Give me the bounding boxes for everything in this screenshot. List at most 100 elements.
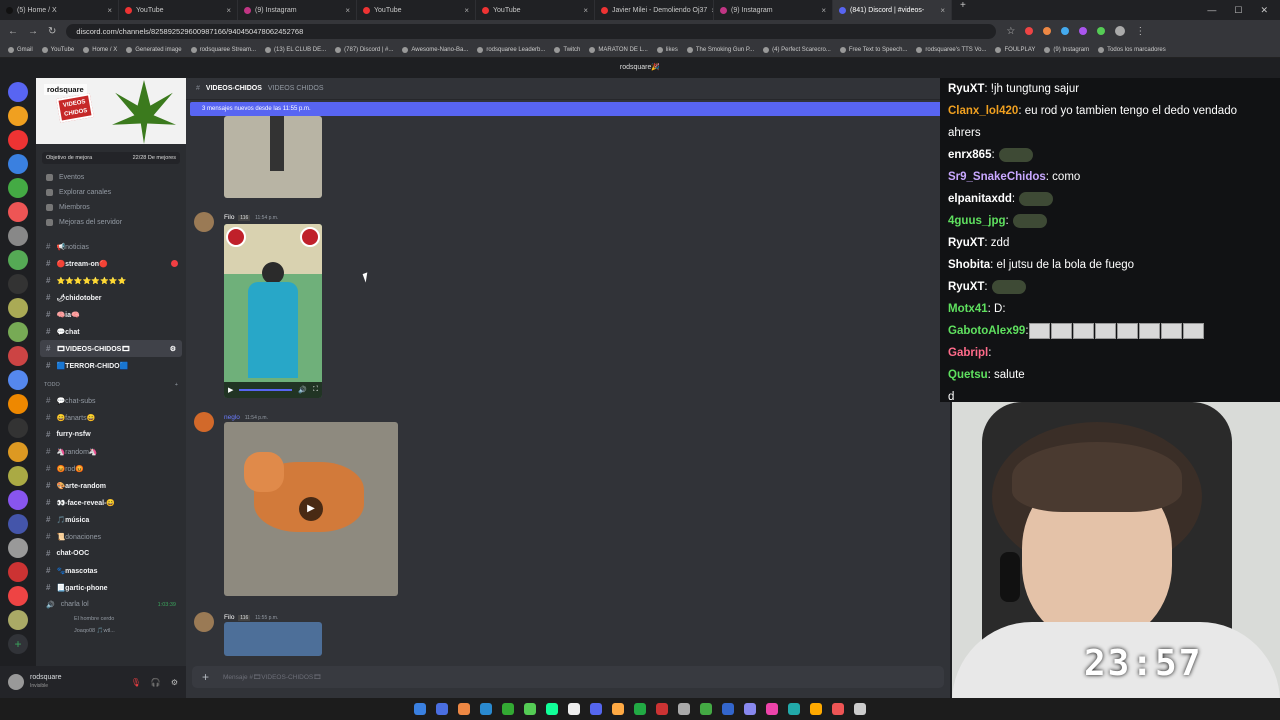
server-icon[interactable] [8, 610, 28, 630]
browser-tab[interactable]: (9) Instagram × [238, 0, 357, 20]
gear-icon[interactable]: ⚙ [170, 345, 176, 353]
mute-icon[interactable]: 🎙 [131, 678, 141, 687]
taskbar-app-icon[interactable] [656, 703, 668, 715]
voice-user[interactable]: El hombre cerdo [36, 613, 186, 625]
reload-icon[interactable]: ↻ [48, 26, 56, 37]
taskbar-app-icon[interactable] [480, 703, 492, 715]
volume-icon[interactable]: 🔊 [298, 386, 307, 394]
browser-tab[interactable]: (9) Instagram × [714, 0, 833, 20]
taskbar-app-icon[interactable] [546, 703, 558, 715]
extension-icon[interactable] [1079, 27, 1088, 35]
headphones-icon[interactable]: 🎧 [151, 678, 161, 687]
avatar[interactable] [8, 674, 24, 690]
close-tab-icon[interactable]: × [107, 6, 112, 15]
new-messages-bar[interactable]: 3 mensajes nuevos desde las 11:55 p.m. [190, 102, 946, 116]
bookmark-item[interactable]: The Smoking Gun P... [686, 46, 754, 53]
taskbar-app-icon[interactable] [436, 703, 448, 715]
message-author[interactable]: neglo [224, 414, 240, 421]
taskbar-app-icon[interactable] [810, 703, 822, 715]
play-button[interactable]: ▶ [299, 497, 323, 521]
browser-tab[interactable]: YouTube × [476, 0, 595, 20]
browser-tab[interactable]: YouTube × [357, 0, 476, 20]
boost-goal[interactable]: Objetivo de mejora 22/28 De mejores [42, 152, 180, 164]
server-icon[interactable] [8, 586, 28, 606]
url-input[interactable]: discord.com/channels/825892529600987166/… [66, 23, 997, 39]
channel-item[interactable]: # 😡rod😡 [36, 460, 186, 477]
server-icon[interactable] [8, 298, 28, 318]
add-attachment-icon[interactable]: + [202, 670, 209, 684]
taskbar-app-icon[interactable] [832, 703, 844, 715]
image-attachment[interactable] [224, 622, 322, 656]
bookmark-item[interactable]: (13) EL CLUB DE... [265, 46, 326, 53]
bookmark-item[interactable]: (4) Perfect Scarecro... [763, 46, 831, 53]
server-icon[interactable] [8, 490, 28, 510]
bookmark-item[interactable]: rodsquaree Leaderb... [477, 46, 545, 53]
close-tab-icon[interactable]: × [226, 6, 231, 15]
bookmark-item[interactable]: Todos los marcadores [1098, 46, 1166, 53]
close-tab-icon[interactable]: × [821, 6, 826, 15]
server-icon[interactable] [8, 202, 28, 222]
video-attachment[interactable]: ▶ [224, 422, 398, 596]
server-icon[interactable] [8, 418, 28, 438]
server-icon[interactable] [8, 130, 28, 150]
bookmark-item[interactable]: Home / X [83, 46, 117, 53]
nav-item[interactable]: Explorar canales [36, 185, 186, 200]
avatar[interactable] [194, 412, 214, 432]
channel-item[interactable]: # 📃gartic-phone [36, 579, 186, 596]
bookmark-item[interactable]: Free Text to Speech... [839, 46, 907, 53]
profile-avatar[interactable] [1115, 26, 1126, 36]
close-tab-icon[interactable]: × [940, 6, 945, 15]
taskbar-app-icon[interactable] [524, 703, 536, 715]
play-icon[interactable]: ▶ [228, 386, 233, 394]
bookmark-item[interactable]: (9) Instagram [1044, 46, 1089, 53]
server-icon[interactable] [8, 562, 28, 582]
taskbar-app-icon[interactable] [458, 703, 470, 715]
taskbar-app-icon[interactable] [744, 703, 756, 715]
taskbar-app-icon[interactable] [722, 703, 734, 715]
taskbar-app-icon[interactable] [788, 703, 800, 715]
bookmark-item[interactable]: (787) Discord | #... [335, 46, 393, 53]
server-icon[interactable] [8, 538, 28, 558]
video-attachment[interactable]: ▶ 🔊 ⛶ [224, 224, 322, 398]
back-icon[interactable]: ← [8, 26, 18, 37]
channel-item[interactable]: # furry-nsfw [36, 426, 186, 443]
channel-item[interactable]: # 🌶chidotober [36, 289, 186, 306]
progress-bar[interactable] [239, 389, 293, 391]
bookmark-item[interactable]: rodsquaree Stream... [190, 46, 256, 53]
taskbar-app-icon[interactable] [414, 703, 426, 715]
gear-icon[interactable]: ⚙ [171, 678, 178, 687]
bookmark-item[interactable]: Generated image [126, 46, 182, 53]
server-icon[interactable] [8, 106, 28, 126]
server-icon[interactable] [8, 154, 28, 174]
taskbar-app-icon[interactable] [502, 703, 514, 715]
extension-icon[interactable] [1097, 27, 1106, 35]
taskbar-app-icon[interactable] [854, 703, 866, 715]
channel-item[interactable]: # 💬chat-subs [36, 392, 186, 409]
bookmark-item[interactable]: MARATON DE L... [589, 46, 648, 53]
browser-tab[interactable]: YouTube × [119, 0, 238, 20]
message-author[interactable]: Filo [224, 614, 234, 621]
server-icon[interactable] [8, 442, 28, 462]
close-tab-icon[interactable]: × [345, 6, 350, 15]
bookmark-item[interactable]: Gmail [8, 46, 33, 53]
bookmark-item[interactable]: Twitch [554, 46, 580, 53]
message-composer[interactable]: + Mensaje #🎞VIDEOS-CHIDOS🎞 [192, 666, 944, 688]
channel-item[interactable]: # 🟦TERROR-CHIDO🟦 [36, 357, 186, 374]
taskbar-app-icon[interactable] [700, 703, 712, 715]
add-channel-icon[interactable]: + [175, 382, 178, 388]
close-tab-icon[interactable]: × [464, 6, 469, 15]
nav-item[interactable]: Eventos [36, 170, 186, 185]
taskbar-app-icon[interactable] [590, 703, 602, 715]
close-tab-icon[interactable]: × [583, 6, 588, 15]
bookmark-item[interactable]: likes [656, 46, 678, 53]
channel-item[interactable]: # ⭐⭐⭐⭐⭐⭐⭐⭐ [36, 272, 186, 289]
video-attachment[interactable] [224, 116, 322, 198]
star-icon[interactable]: ☆ [1006, 26, 1015, 37]
channel-item[interactable]: # 🎞VIDEOS-CHIDOS🎞 ⚙ [40, 340, 182, 357]
browser-tab[interactable]: (5) Home / X × [0, 0, 119, 20]
voice-user[interactable]: Joaqo08 🎵wtl... [36, 625, 186, 637]
channel-title[interactable]: VIDEOS-CHIDOS [206, 85, 262, 92]
channel-item[interactable]: # chat-OOC [36, 545, 186, 562]
channel-item[interactable]: # 🦄random🦄 [36, 443, 186, 460]
server-icon[interactable] [8, 226, 28, 246]
